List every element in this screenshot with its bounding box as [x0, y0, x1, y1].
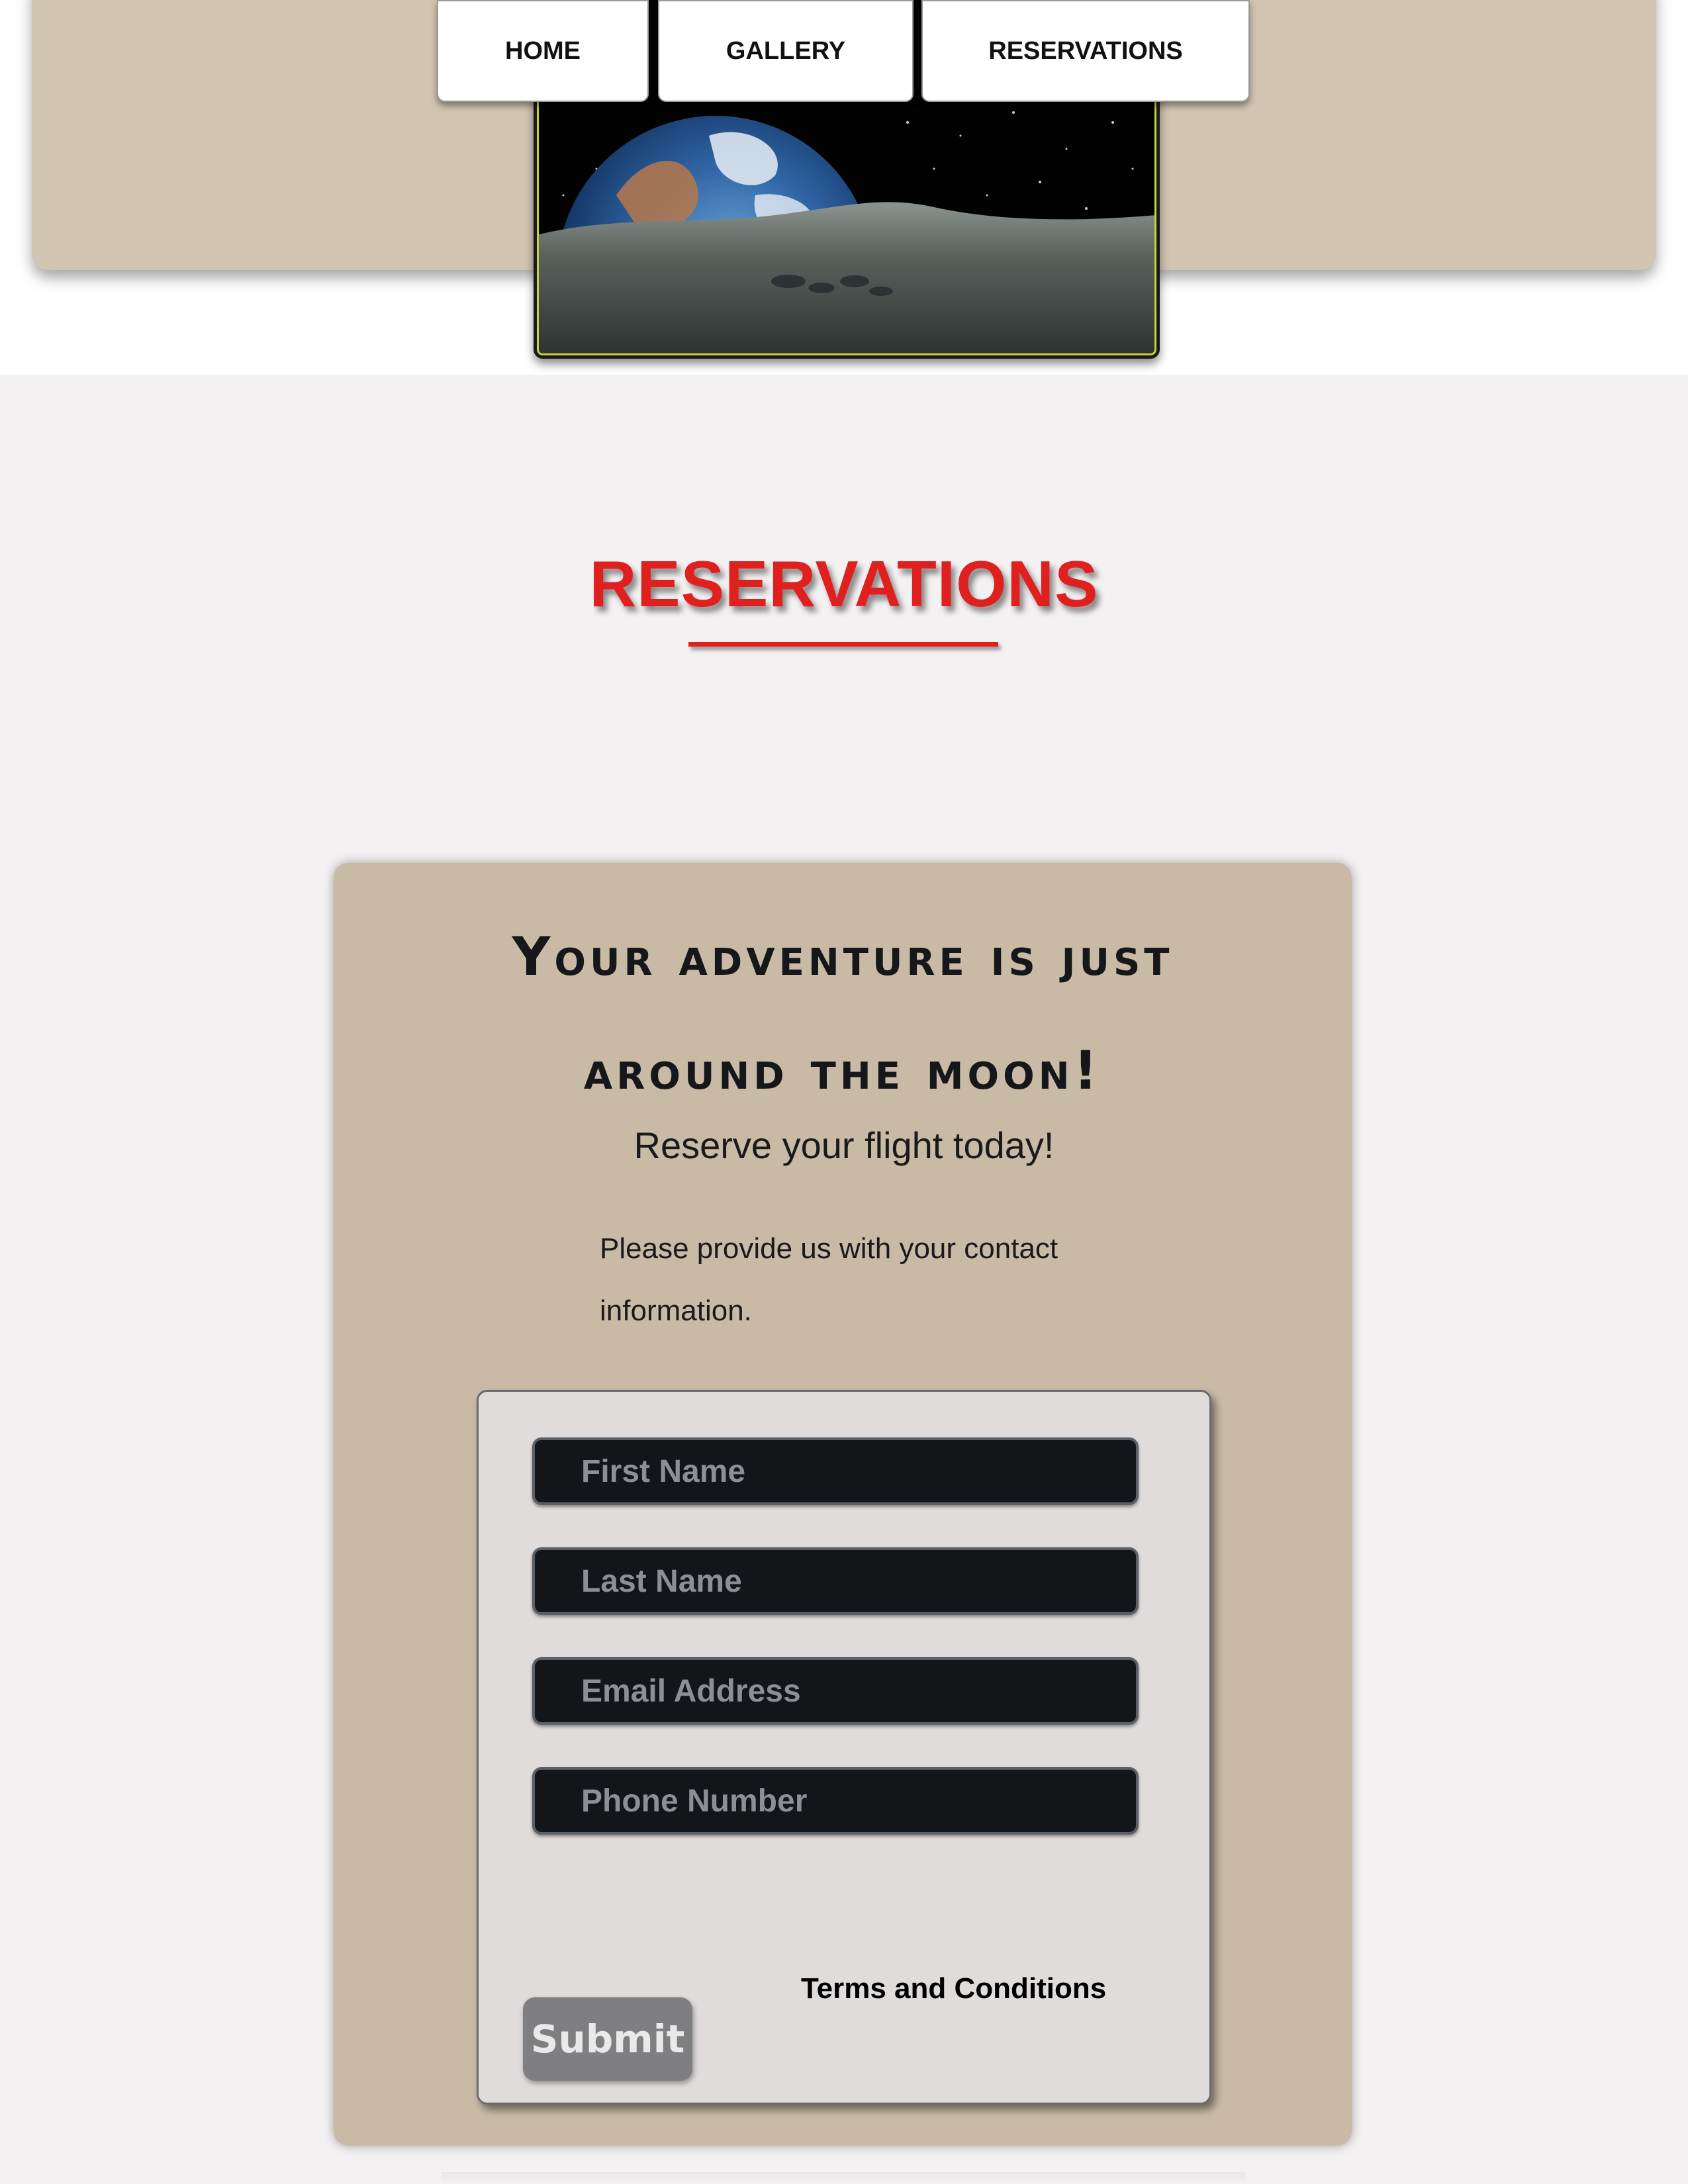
page-title: RESERVATIONS	[589, 547, 1099, 620]
email-input[interactable]	[532, 1657, 1139, 1725]
phone-input[interactable]	[532, 1767, 1139, 1835]
footer-edge	[441, 2172, 1246, 2184]
last-name-input[interactable]	[532, 1547, 1139, 1615]
first-name-input[interactable]	[532, 1437, 1139, 1505]
card-note: Please provide us with your contact info…	[600, 1232, 1058, 1327]
card-subheading: Reserve your flight today!	[633, 1124, 1055, 1166]
terms-and-conditions-link[interactable]: Terms and Conditions	[801, 1972, 1106, 2005]
title-underline	[688, 642, 998, 647]
card-heading: Your adventure is just around the moon!	[512, 926, 1174, 1101]
nav-home-button[interactable]: HOME	[437, 0, 649, 102]
submit-button[interactable]: Submit	[523, 1997, 692, 2081]
nav-gallery-button[interactable]: GALLERY	[658, 0, 914, 102]
nav-reservations-button[interactable]: RESERVATIONS	[921, 0, 1250, 102]
